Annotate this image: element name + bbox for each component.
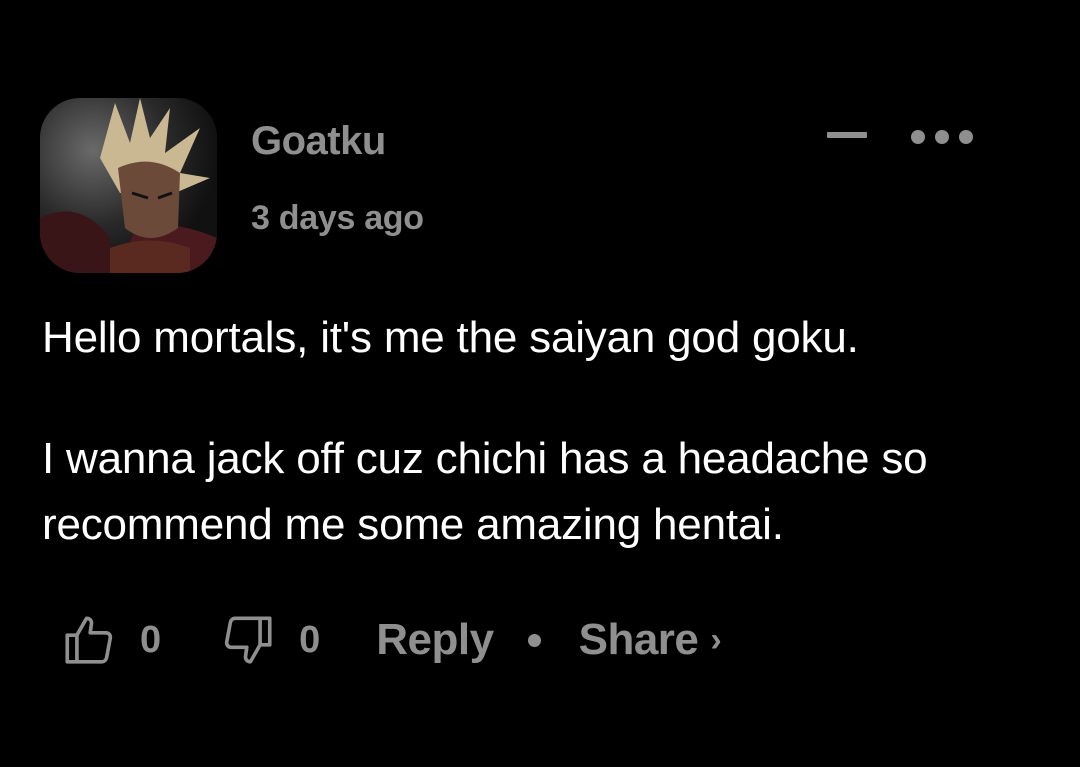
avatar[interactable] — [40, 98, 217, 273]
dislike-count: 0 — [299, 618, 321, 661]
dislike-button[interactable]: 0 — [219, 611, 320, 669]
collapse-button[interactable] — [822, 122, 872, 148]
comment-text-paragraph: I wanna jack off cuz chichi has a headac… — [42, 434, 928, 549]
username[interactable]: Goatku — [251, 119, 386, 164]
minus-icon — [827, 132, 867, 138]
comment-actions: 0 0 Reply Share › — [60, 608, 722, 672]
thumbs-down-icon — [224, 616, 272, 664]
share-label: Share — [578, 615, 699, 664]
more-options-button[interactable] — [905, 122, 983, 152]
share-button[interactable]: Share › — [579, 615, 722, 665]
thumbs-up-icon — [65, 616, 113, 664]
comment-card: Goatku 3 days ago Hello mortals, it's me… — [0, 0, 1080, 767]
chevron-right-icon: › — [710, 620, 722, 659]
timestamp: 3 days ago — [251, 199, 424, 237]
like-count: 0 — [140, 618, 162, 661]
like-button[interactable]: 0 — [60, 611, 161, 669]
separator-dot — [527, 633, 541, 647]
comment-text-paragraph: Hello mortals, it's me the saiyan god go… — [42, 313, 859, 362]
reply-button[interactable]: Reply — [376, 615, 494, 665]
avatar-image — [40, 98, 217, 273]
